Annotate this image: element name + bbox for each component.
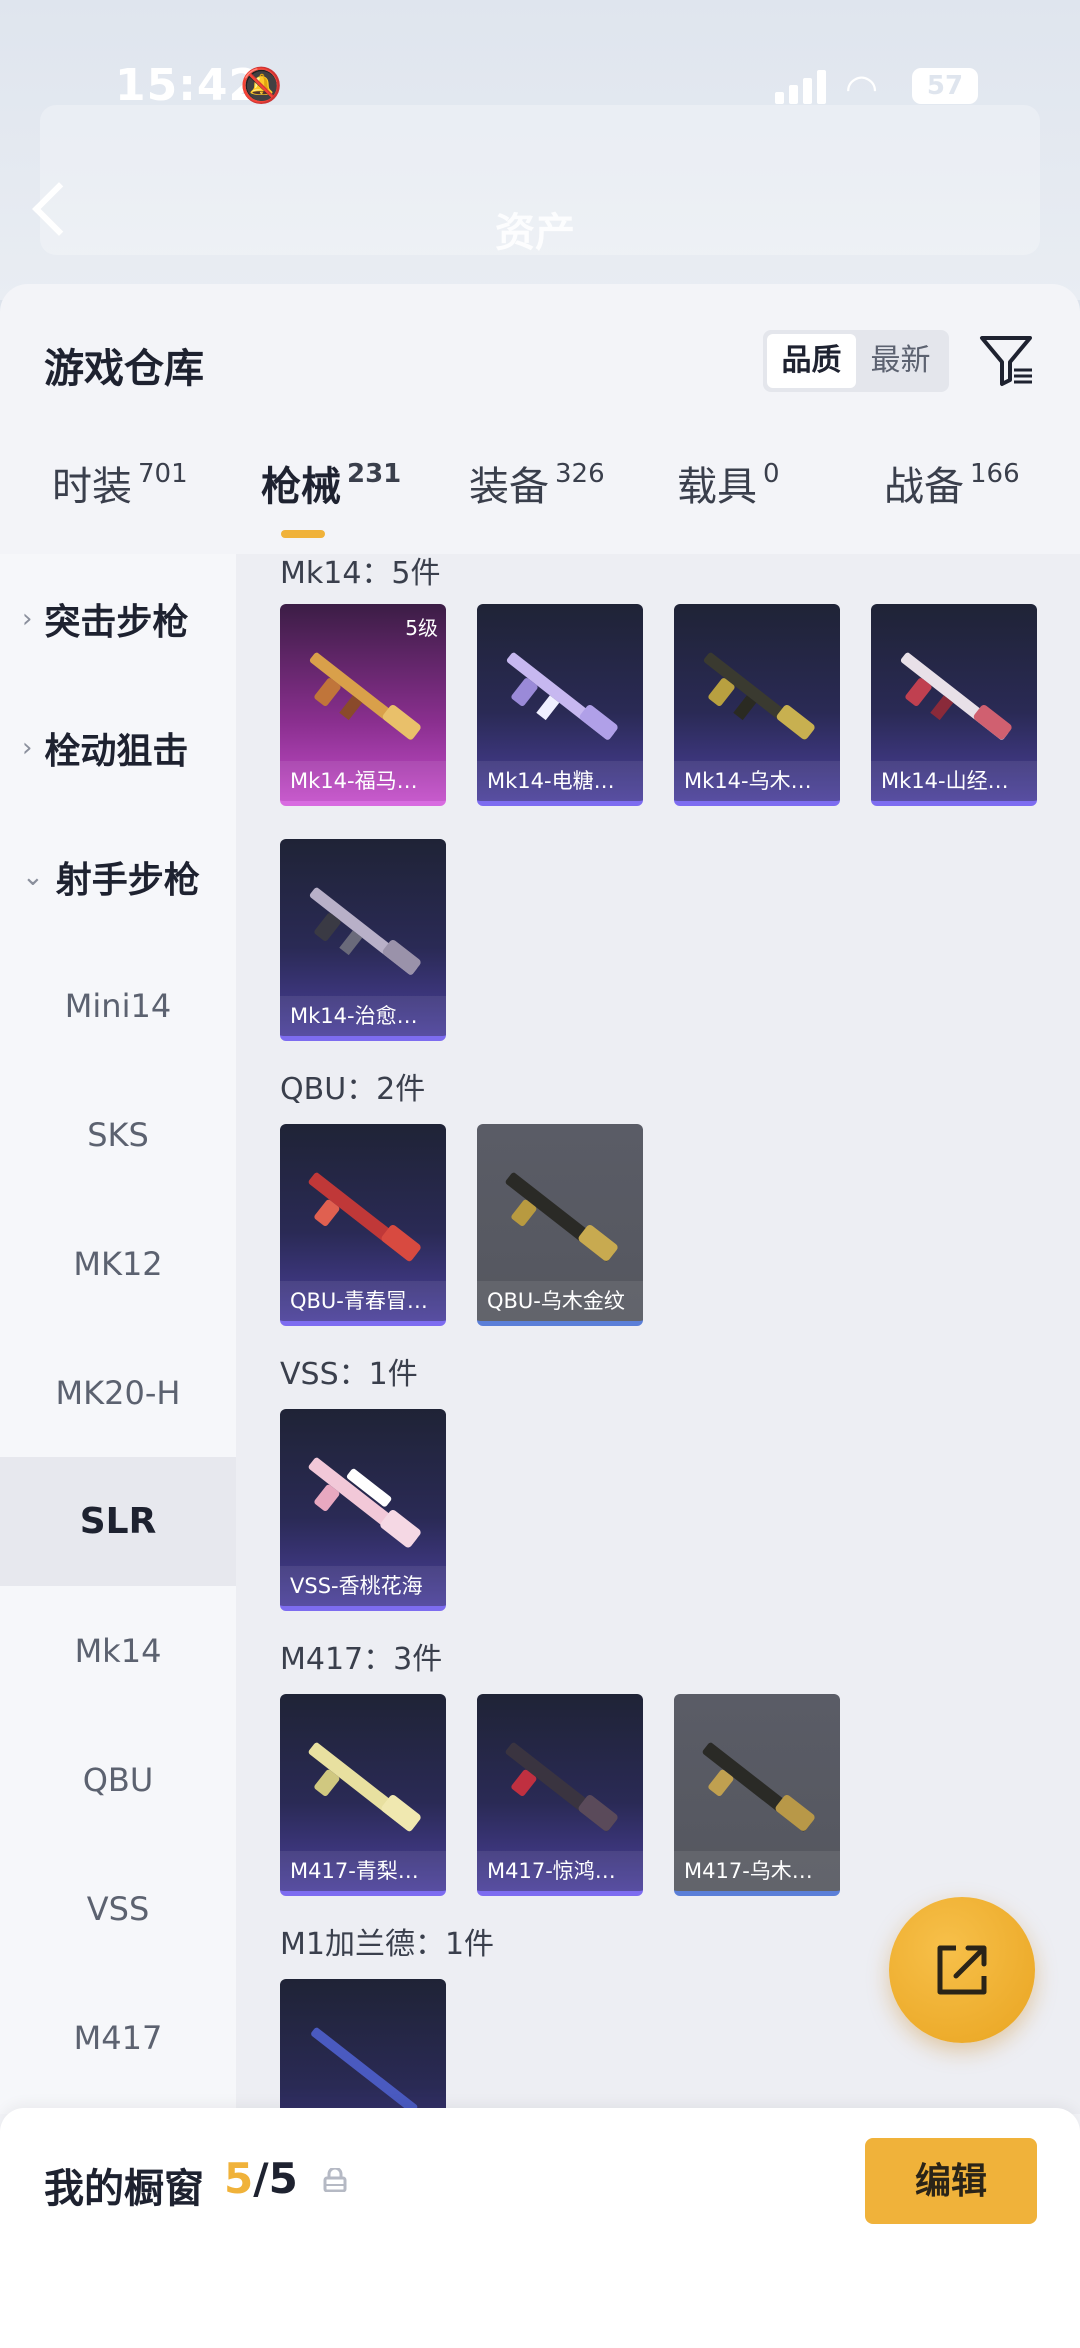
rifle-icon xyxy=(702,1742,815,1832)
tab-supplies[interactable]: 战备 166 xyxy=(884,454,1020,512)
page-title: 资产 xyxy=(495,210,575,256)
lock-icon xyxy=(323,2168,347,2192)
skin-card[interactable]: M417-青梨… xyxy=(280,1694,446,1896)
sort-toggle: 品质 最新 xyxy=(763,330,949,392)
group-title-vss: VSS：1件 xyxy=(280,1357,418,1392)
sidebar-category-dmr[interactable]: ⌄ 射手步枪 xyxy=(0,812,236,941)
group-title-mk14: Mk14：5件 xyxy=(280,556,441,591)
skin-name: QBU-乌木金纹 xyxy=(477,1281,643,1321)
tab-firearms[interactable]: 枪械 231 xyxy=(261,454,401,512)
share-icon xyxy=(937,1945,987,1995)
sort-quality-option[interactable]: 品质 xyxy=(767,334,856,388)
rifle-icon xyxy=(309,652,421,740)
category-tabs: 时装 701 枪械 231 装备 326 载具 0 战备 166 xyxy=(0,454,1080,554)
sidebar-item-mk12[interactable]: MK12 xyxy=(0,1199,236,1328)
edit-button[interactable]: 编辑 xyxy=(865,2138,1037,2224)
group-title-m417: M417：3件 xyxy=(280,1642,443,1677)
skin-card[interactable]: VSS-香桃花海 xyxy=(280,1409,446,1611)
skin-name: Mk14-山经… xyxy=(871,761,1037,801)
sidebar-item-qbu[interactable]: QBU xyxy=(0,1715,236,1844)
sheet-title: 游戏仓库 xyxy=(44,346,204,392)
skin-card[interactable]: M417-惊鸿… xyxy=(477,1694,643,1896)
sort-newest-option[interactable]: 最新 xyxy=(856,334,945,388)
sidebar-item-slr[interactable]: SLR xyxy=(0,1457,236,1586)
chevron-right-icon: › xyxy=(22,603,33,634)
chevron-right-icon: › xyxy=(22,732,33,763)
rifle-icon xyxy=(506,652,618,740)
skin-name: M417-惊鸿… xyxy=(477,1851,643,1891)
group-title-m1-garand: M1加兰德：1件 xyxy=(280,1927,495,1962)
skin-name: VSS-香桃花海 xyxy=(280,1566,446,1606)
level-badge: 5级 xyxy=(405,616,438,640)
rifle-icon xyxy=(703,652,815,740)
showcase-label: 我的橱窗 xyxy=(44,2166,204,2212)
sidebar-item-sks[interactable]: SKS xyxy=(0,1070,236,1199)
tab-fashion[interactable]: 时装 701 xyxy=(52,454,188,512)
skin-name: Mk14-电糖… xyxy=(477,761,643,801)
skin-card[interactable]: 5级 Mk14-福马… xyxy=(280,604,446,806)
rifle-icon xyxy=(309,887,421,975)
rifle-icon xyxy=(308,1457,421,1548)
status-time: 15:42 xyxy=(115,60,261,111)
tab-equipment[interactable]: 装备 326 xyxy=(469,454,605,512)
weapon-type-sidebar: › 突击步枪 › 栓动狙击 ⌄ 射手步枪 Mini14 SKS MK12 MK20-H… xyxy=(0,554,236,2114)
skin-name: M417-乌木… xyxy=(674,1851,840,1891)
sidebar-item-mk14[interactable]: Mk14 xyxy=(0,1586,236,1715)
tab-vehicles[interactable]: 载具 0 xyxy=(677,454,780,512)
skin-name: M417-青梨… xyxy=(280,1851,446,1891)
filter-icon[interactable] xyxy=(978,332,1034,388)
sidebar-item-vss[interactable]: VSS xyxy=(0,1844,236,1973)
skin-name: Mk14-乌木… xyxy=(674,761,840,801)
skin-card[interactable] xyxy=(280,1979,446,2114)
chevron-down-icon: ⌄ xyxy=(22,861,44,892)
skin-card[interactable]: QBU-青春冒… xyxy=(280,1124,446,1326)
weapon-skin-grid: Mk14：5件 5级 Mk14-福马… Mk14-电糖… Mk14-乌木… Mk… xyxy=(236,554,1080,2114)
rifle-icon xyxy=(311,2027,418,2114)
skin-name: Mk14-福马… xyxy=(280,761,446,801)
skin-card[interactable]: Mk14-乌木… xyxy=(674,604,840,806)
skin-card[interactable]: Mk14-电糖… xyxy=(477,604,643,806)
rifle-icon xyxy=(308,1172,421,1262)
rifle-icon xyxy=(505,1742,618,1832)
share-button[interactable] xyxy=(889,1897,1035,2043)
sidebar-item-mini14[interactable]: Mini14 xyxy=(0,941,236,1070)
skin-name: Mk14-治愈… xyxy=(280,996,446,1036)
skin-card[interactable]: Mk14-治愈… xyxy=(280,839,446,1041)
skin-name: QBU-青春冒… xyxy=(280,1281,446,1321)
sidebar-category-bolt-sniper[interactable]: › 栓动狙击 xyxy=(0,683,236,812)
group-title-qbu: QBU：2件 xyxy=(280,1072,426,1107)
wifi-icon: ◠ xyxy=(845,66,879,110)
skin-card[interactable]: QBU-乌木金纹 xyxy=(477,1124,643,1326)
active-tab-indicator xyxy=(281,530,325,538)
battery-indicator: 57 xyxy=(912,68,978,104)
cellular-signal-icon xyxy=(775,70,827,104)
mute-bell-icon: 🔕 xyxy=(240,66,283,106)
sidebar-item-mk20h[interactable]: MK20-H xyxy=(0,1328,236,1457)
showcase-bar: 我的橱窗 5/5 编辑 xyxy=(0,2108,1080,2348)
skin-card[interactable]: Mk14-山经… xyxy=(871,604,1037,806)
rifle-icon xyxy=(900,652,1012,740)
rifle-icon xyxy=(308,1742,421,1832)
sidebar-category-assault-rifle[interactable]: › 突击步枪 xyxy=(0,554,236,683)
skin-card[interactable]: M417-乌木… xyxy=(674,1694,840,1896)
rifle-icon xyxy=(505,1172,618,1262)
sidebar-item-m417[interactable]: M417 xyxy=(0,1973,236,2102)
inventory-sheet: 游戏仓库 品质 最新 时装 701 枪械 231 装备 326 载具 0 战备 166 ›… xyxy=(0,284,1080,2348)
showcase-count: 5/5 xyxy=(224,2154,298,2203)
